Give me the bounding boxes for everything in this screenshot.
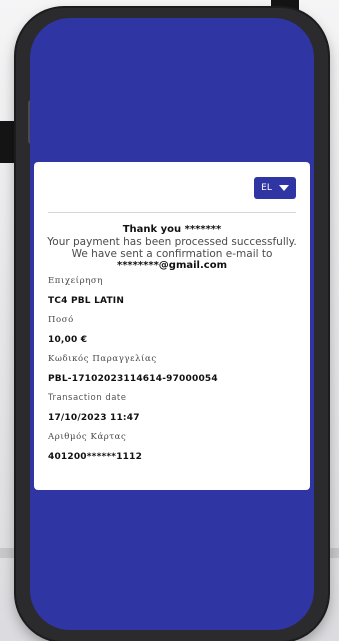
dropdown-caret-icon: [278, 185, 289, 191]
card-number-value: 401200******1112: [48, 452, 143, 462]
divider: [48, 212, 296, 213]
language-selector-value: EL: [261, 183, 272, 193]
order-code-label: Κωδικός Παραγγελίας: [48, 354, 157, 364]
merchant-label: Επιχείρηση: [48, 276, 103, 286]
merchant-value: TC4 PBL LATIN: [48, 296, 125, 306]
thank-you-text: Thank you *******: [122, 224, 222, 235]
payment-processed-text: Your payment has been processed successf…: [47, 236, 297, 248]
phone-screen: EL Thank you ******* Your payment has be…: [30, 18, 314, 630]
email-sent-text: We have sent a confirmation e-mail to: [71, 248, 273, 260]
confirmation-message: Thank you ******* Your payment has been …: [44, 224, 300, 272]
amount-label: Ποσό: [48, 315, 74, 325]
transaction-date-label: Transaction date: [48, 393, 127, 403]
language-selector-button[interactable]: EL: [254, 177, 296, 199]
amount-value: 10,00 €: [48, 335, 88, 345]
payment-receipt-card: EL Thank you ******* Your payment has be…: [34, 162, 310, 490]
card-number-label: Αριθμός Κάρτας: [48, 432, 127, 442]
transaction-details: Επιχείρηση TC4 PBL LATIN Ποσό 10,00 € Κω…: [48, 276, 298, 471]
order-code-value: PBL-17102023114614-97000054: [48, 374, 218, 384]
transaction-date-value: 17/10/2023 11:47: [48, 413, 140, 423]
masked-email: ********@gmail.com: [116, 260, 228, 271]
